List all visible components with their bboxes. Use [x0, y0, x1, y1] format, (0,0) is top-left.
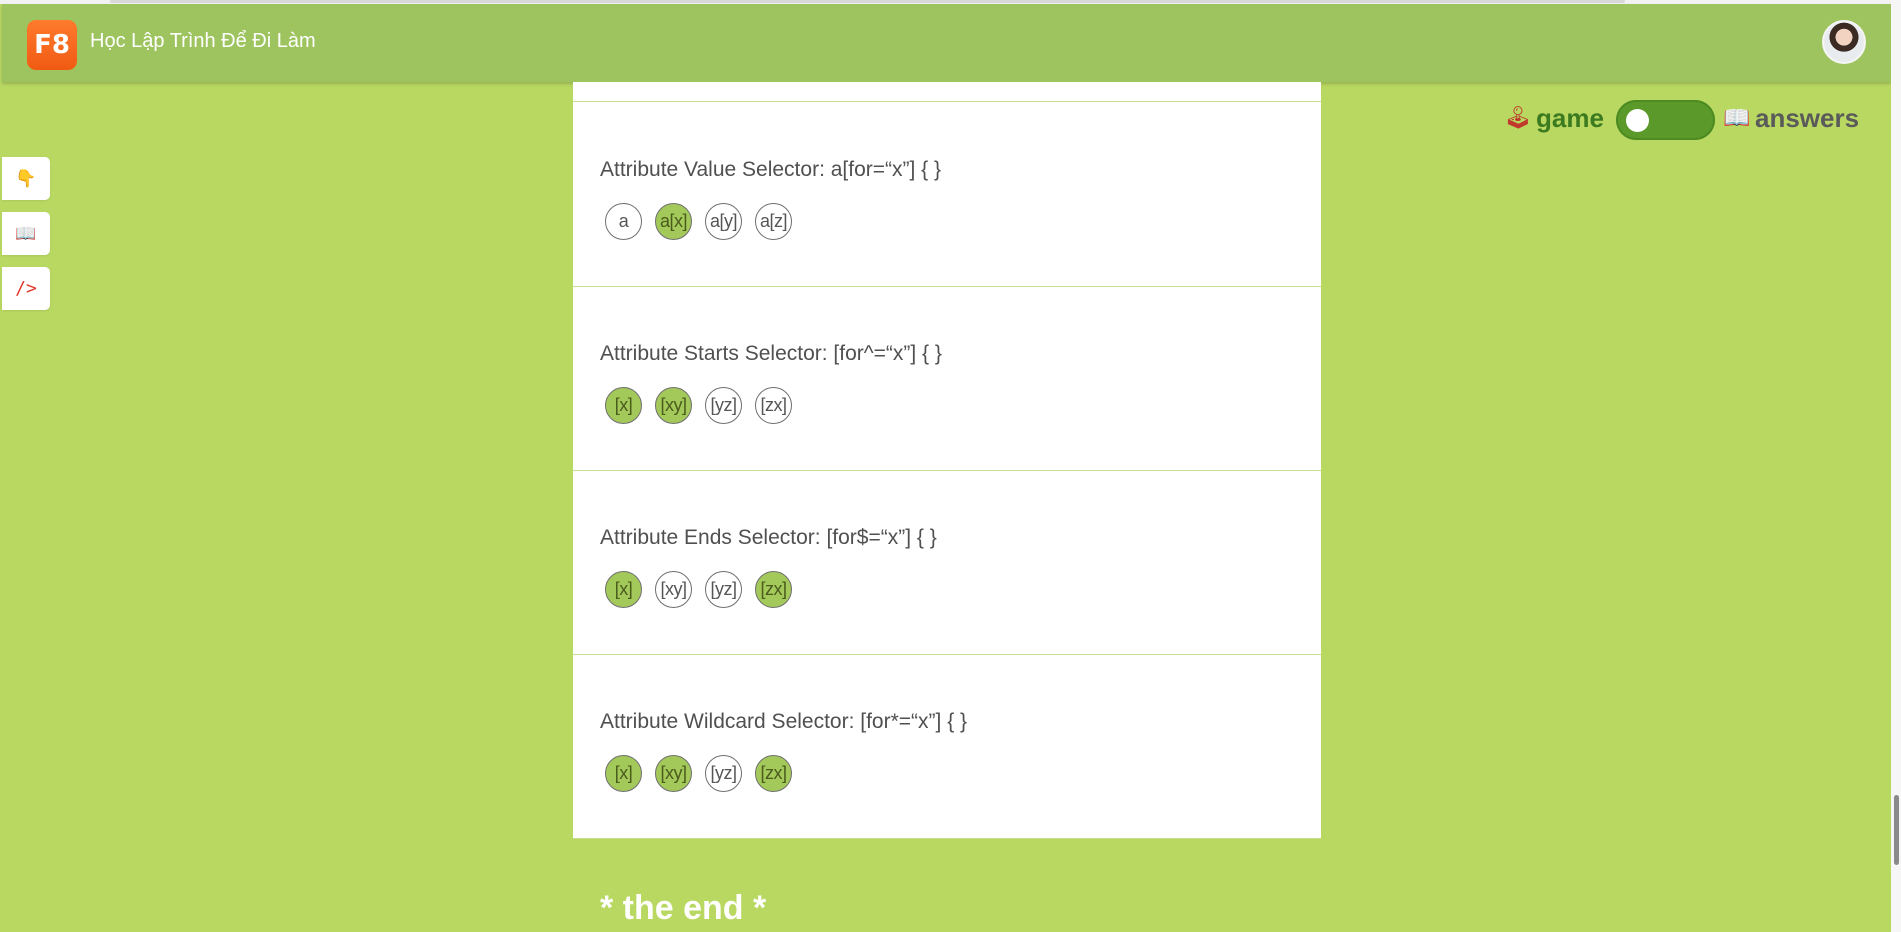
loading-bar	[110, 0, 1625, 3]
section-attribute-value: Attribute Value Selector: a[for=“x”] { }…	[573, 102, 1321, 287]
f8-logo[interactable]: F8	[27, 20, 77, 70]
joystick-icon: 🕹	[1504, 105, 1532, 130]
book-icon[interactable]: 📖	[2, 212, 50, 255]
section-title: Attribute Starts Selector: [for^=“x”] { …	[600, 342, 942, 365]
site-title[interactable]: Học Lập Trình Để Đi Làm	[90, 30, 316, 53]
chip[interactable]: [xy]	[655, 755, 692, 792]
chip[interactable]: [yz]	[705, 387, 742, 424]
end-text: * the end *	[600, 889, 767, 927]
section-title: Attribute Wildcard Selector: [for*=“x”] …	[600, 710, 968, 733]
end-banner: * the end *	[573, 839, 1321, 932]
hand-pointer-icon[interactable]: 👇	[2, 157, 50, 200]
app-header: F8 Học Lập Trình Để Đi Làm	[2, 4, 1891, 82]
section-title: Attribute Ends Selector: [for$=“x”] { }	[600, 526, 937, 549]
answers-label[interactable]: answers	[1755, 103, 1859, 134]
section-title: Attribute Value Selector: a[for=“x”] { }	[600, 158, 942, 181]
chip[interactable]: [yz]	[705, 571, 742, 608]
chip[interactable]: [x]	[605, 571, 642, 608]
chip[interactable]: [zx]	[755, 571, 792, 608]
chip[interactable]: [zx]	[755, 755, 792, 792]
chip[interactable]: a[z]	[755, 203, 792, 240]
chip[interactable]: [x]	[605, 755, 642, 792]
chip[interactable]: [xy]	[655, 571, 692, 608]
content-panel: Attribute Value Selector: a[for=“x”] { }…	[573, 82, 1321, 932]
chip[interactable]: [zx]	[755, 387, 792, 424]
scrollbar[interactable]	[1891, 0, 1901, 932]
game-label[interactable]: game	[1536, 103, 1604, 134]
scrollbar-thumb[interactable]	[1894, 795, 1899, 865]
chip[interactable]: a	[605, 203, 642, 240]
section-attribute-wildcard: Attribute Wildcard Selector: [for*=“x”] …	[573, 654, 1321, 839]
code-icon[interactable]: />	[2, 267, 50, 310]
section-attribute-starts: Attribute Starts Selector: [for^=“x”] { …	[573, 286, 1321, 471]
section-attribute-ends: Attribute Ends Selector: [for$=“x”] { } …	[573, 470, 1321, 655]
chip[interactable]: [yz]	[705, 755, 742, 792]
mode-switch[interactable]	[1616, 100, 1715, 140]
chip[interactable]: a[y]	[705, 203, 742, 240]
user-avatar[interactable]	[1822, 20, 1866, 64]
book-icon: 📖	[1723, 105, 1751, 130]
chip[interactable]: [x]	[605, 387, 642, 424]
switch-knob[interactable]	[1626, 109, 1649, 132]
chip[interactable]: [xy]	[655, 387, 692, 424]
chip[interactable]: a[x]	[655, 203, 692, 240]
